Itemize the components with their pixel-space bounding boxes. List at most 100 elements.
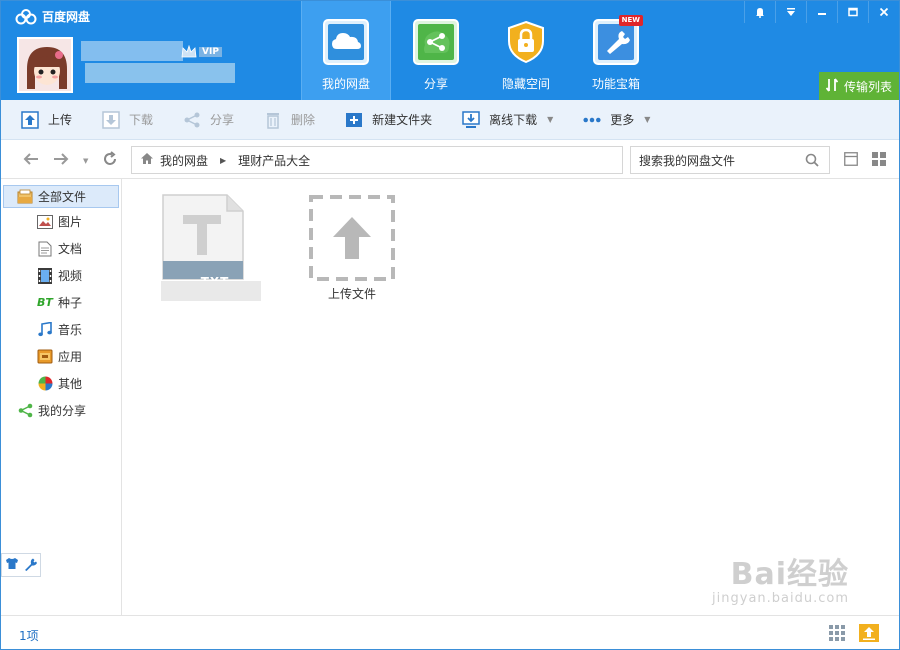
trash-icon [264, 111, 282, 129]
nav-toolbox[interactable]: NEW 功能宝箱 [571, 1, 661, 100]
sidebar-item-all-files[interactable]: 全部文件 [3, 185, 119, 208]
download-label: 下载 [129, 113, 154, 127]
history-nav: ▼ [23, 151, 132, 171]
window-controls [744, 1, 899, 23]
toolbar: 上传 下载 分享 删除 新建文件夹 离线下载 ▼ 更多 ▼ [1, 100, 899, 140]
menu-icon[interactable] [775, 1, 806, 23]
offline-download-button[interactable]: 离线下载 ▼ [462, 100, 553, 140]
upload-icon [21, 110, 39, 129]
image-icon [37, 214, 53, 230]
share-icon [17, 403, 33, 419]
new-folder-label: 新建文件夹 [372, 113, 433, 127]
share-icon [413, 19, 459, 65]
sidebar-item-documents[interactable]: 文档 [1, 235, 121, 262]
delete-label: 删除 [291, 113, 316, 127]
new-folder-icon [345, 111, 363, 129]
crown-icon [181, 45, 197, 58]
transfer-label: 传输列表 [843, 79, 892, 94]
share-button[interactable]: 分享 [183, 100, 234, 140]
upload-queue-icon[interactable] [859, 624, 879, 645]
sidebar-item-images[interactable]: 图片 [1, 208, 121, 235]
upload-label: 上传 [48, 113, 73, 127]
avatar-image-icon [19, 39, 71, 91]
other-icon [37, 376, 53, 392]
new-badge: NEW [618, 15, 643, 26]
sidebar-item-label: 全部文件 [38, 190, 87, 204]
sidebar-item-torrents[interactable]: BT 种子 [1, 289, 121, 316]
breadcrumb: 我的网盘 ▶ 理财产品大全 [131, 146, 623, 174]
sidebar-item-other[interactable]: 其他 [1, 370, 121, 397]
search-placeholder: 搜索我的网盘文件 [639, 153, 736, 168]
close-icon[interactable] [868, 1, 899, 23]
maximize-icon[interactable] [837, 1, 868, 23]
app-icon [37, 349, 53, 365]
sidebar-item-apps[interactable]: 应用 [1, 343, 121, 370]
new-folder-button[interactable]: 新建文件夹 [345, 100, 432, 140]
nav-hidden-space[interactable]: 隐藏空间 [481, 1, 571, 100]
search-icon[interactable] [805, 153, 819, 170]
breadcrumb-item[interactable]: 我的网盘 [160, 152, 208, 169]
bt-icon: BT [37, 296, 53, 309]
more-label: 更多 [610, 113, 635, 127]
nav-my-disk[interactable]: 我的网盘 [301, 1, 391, 100]
document-icon [37, 241, 53, 257]
watermark: Bai经验 [730, 557, 849, 592]
vip-badge[interactable]: VIP [181, 45, 222, 59]
sidebar-item-label: 我的分享 [38, 404, 87, 418]
mini-tools [1, 553, 41, 577]
transfer-list-button[interactable]: 传输列表 [819, 72, 899, 100]
offline-download-label: 离线下载 [489, 113, 538, 127]
grid-apps-icon[interactable] [829, 625, 845, 644]
nav-label: 我的网盘 [321, 77, 370, 91]
caret-down-icon[interactable]: ▼ [644, 115, 650, 124]
view-toggle [844, 152, 900, 169]
transfer-icon [825, 77, 839, 95]
download-button[interactable]: 下载 [102, 100, 153, 140]
upload-button[interactable]: 上传 [21, 100, 72, 140]
bell-icon[interactable] [744, 1, 775, 23]
share-label: 分享 [210, 113, 235, 127]
upload-tile-label: 上传文件 [327, 287, 376, 301]
sidebar-item-my-share[interactable]: 我的分享 [1, 397, 121, 424]
item-count: 1项 [19, 629, 39, 643]
grid-view-icon[interactable] [872, 152, 886, 169]
forward-arrow-icon[interactable] [53, 152, 69, 170]
lock-icon [503, 19, 549, 65]
video-icon [37, 267, 53, 284]
file-item-txt[interactable]: TXT [149, 193, 259, 289]
download-icon [102, 110, 120, 129]
shirt-icon[interactable] [5, 557, 19, 573]
all-files-icon [17, 189, 33, 205]
sidebar-item-videos[interactable]: 视频 [1, 262, 121, 289]
main-nav: 我的网盘 分享 隐藏空间 NEW 功能宝箱 [301, 1, 661, 100]
nav-share[interactable]: 分享 [391, 1, 481, 100]
list-view-icon[interactable] [844, 152, 858, 169]
share-icon [183, 111, 201, 129]
sidebar-item-label: 音乐 [58, 323, 83, 337]
sidebar-item-music[interactable]: 音乐 [1, 316, 121, 343]
history-dropdown-icon[interactable]: ▼ [83, 157, 88, 165]
wrench-icon[interactable] [24, 557, 38, 574]
sidebar-item-label: 图片 [58, 215, 83, 229]
breadcrumb-separator-icon[interactable]: ▶ [220, 156, 226, 165]
txt-file-icon [162, 194, 244, 280]
search-input[interactable]: 搜索我的网盘文件 [630, 146, 830, 174]
offline-download-icon [462, 110, 480, 129]
breadcrumb-item[interactable]: 理财产品大全 [238, 152, 310, 169]
nav-label: 分享 [423, 77, 448, 91]
more-button[interactable]: 更多 ▼ [583, 100, 650, 140]
upload-file-tile[interactable] [297, 193, 407, 286]
music-icon [37, 322, 53, 338]
baidu-cloud-logo-icon [15, 8, 37, 24]
minimize-icon[interactable] [806, 1, 837, 23]
watermark-url: jingyan.baidu.com [712, 591, 849, 606]
home-icon[interactable] [140, 152, 154, 168]
app-title: 百度网盘 [15, 8, 90, 25]
upload-arrow-icon [309, 195, 395, 281]
caret-down-icon[interactable]: ▼ [547, 115, 553, 124]
refresh-icon[interactable] [102, 151, 118, 171]
sidebar-item-label: 其他 [58, 377, 83, 391]
delete-button[interactable]: 删除 [264, 100, 315, 140]
back-arrow-icon[interactable] [23, 152, 39, 170]
avatar[interactable] [17, 37, 73, 93]
